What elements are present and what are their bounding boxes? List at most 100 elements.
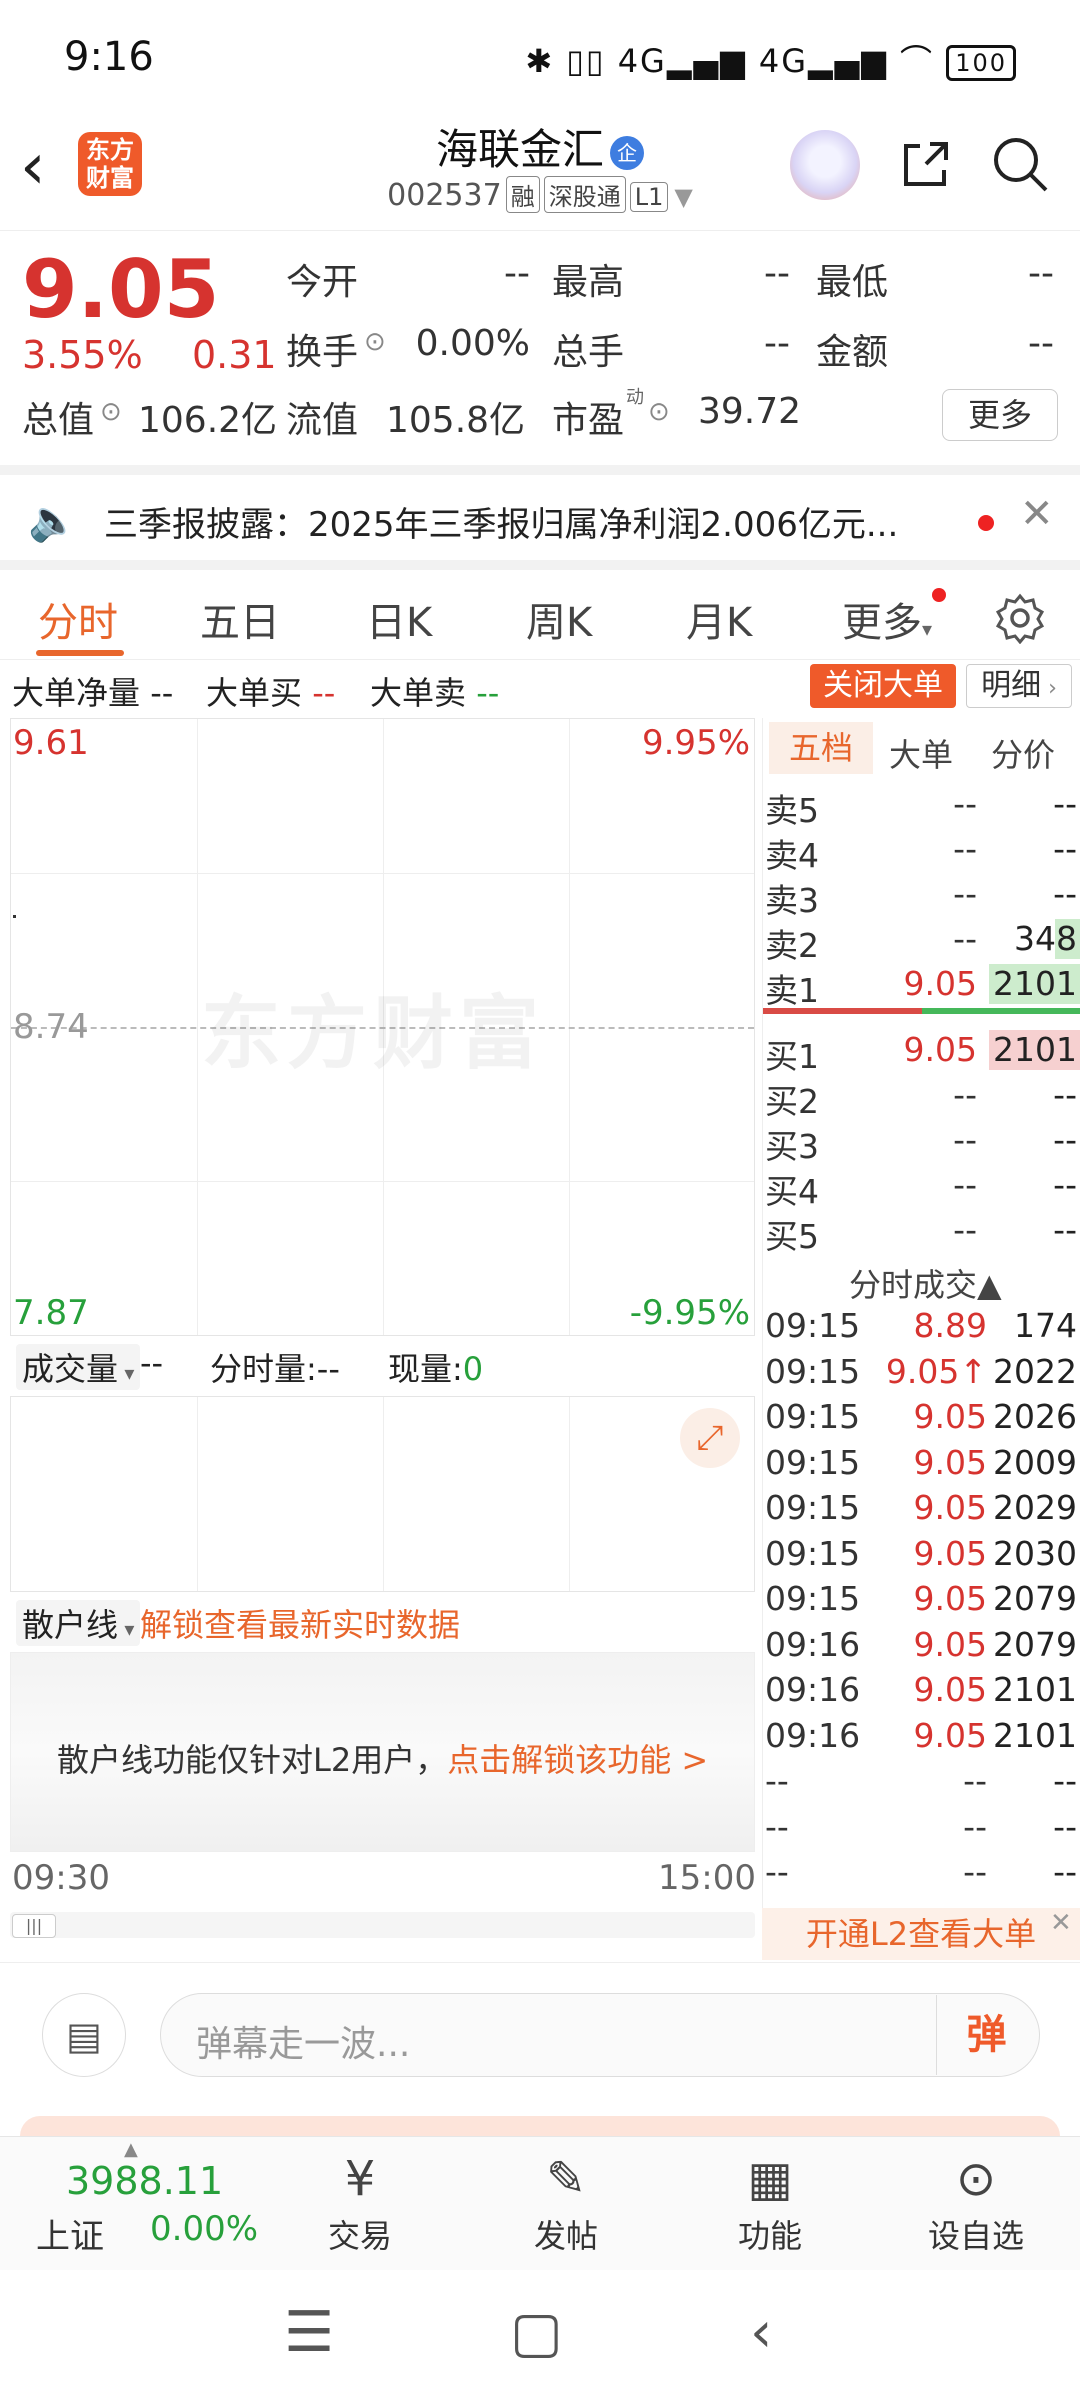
info-icon[interactable]: ⊙ (100, 397, 122, 427)
bid-price: -- (953, 1210, 977, 1249)
notice-text[interactable]: 三季报披露：2025年三季报归属净利润2.006亿元... (104, 497, 964, 546)
tick-volume: 2022 (993, 1351, 1077, 1391)
scroll-handle[interactable]: ||| (12, 1914, 56, 1938)
pct-axis-top: 9.95% (641, 723, 750, 763)
minute-volume: 分时量:-- (210, 1350, 340, 1388)
nav-functions[interactable]: ▦ 功能 (710, 2147, 830, 2257)
watermark: 东方财富 (201, 987, 545, 1080)
tab-five-levels[interactable]: 五档 (769, 722, 873, 774)
nav-add-watchlist[interactable]: ⊙ 设自选 (916, 2147, 1036, 2257)
tag-margin: 融 (505, 176, 540, 213)
ticks-title[interactable]: 分时成交▲ (849, 1260, 1002, 1306)
ask-label: 卖5 (765, 791, 819, 830)
grid-line (11, 873, 754, 874)
assistant-avatar-icon[interactable] (790, 130, 860, 200)
tick-volume: 2079 (993, 1579, 1077, 1618)
notice-bar[interactable]: 🔈 三季报披露：2025年三季报归属净利润2.006亿元... ✕ (0, 465, 1080, 560)
nav-add-watchlist-label: 设自选 (927, 2217, 1024, 2255)
home-icon[interactable]: ▢ (510, 2300, 563, 2365)
close-icon[interactable]: ✕ (1050, 1908, 1072, 1938)
nav-post[interactable]: ✎ 发帖 (506, 2147, 626, 2257)
tab-daily-k[interactable]: 日K (366, 590, 432, 648)
price-axis-top: 9.61 (13, 723, 89, 763)
tick-price: -- (963, 1852, 987, 1891)
intraday-chart[interactable]: 东方财富 9.61 8.74 7.87 9.95% -9.95% (10, 718, 755, 1336)
pe-value: 39.72 (698, 391, 802, 432)
tab-weekly-k[interactable]: 周K (526, 590, 592, 648)
tick-volume: 2101 (993, 1715, 1077, 1755)
yen-icon: ¥ (344, 2151, 376, 2207)
bid-volume: -- (1053, 1075, 1077, 1114)
tick-row: 09:15 9.05 2030 (763, 1532, 1080, 1577)
volume-chart[interactable] (10, 1396, 755, 1592)
tag-level: L1 (629, 182, 669, 212)
volume-header: 成交量 ▾ -- 分时量:-- 现量:0 (10, 1336, 755, 1396)
share-icon[interactable] (898, 136, 954, 192)
current-volume-label: 现量: (388, 1350, 463, 1388)
current-volume: 现量:0 (388, 1344, 483, 1390)
bid-ask-divider (763, 1008, 1080, 1014)
bid-label: 买2 (765, 1082, 819, 1121)
tick-time: 09:15 (765, 1579, 861, 1618)
index-widget[interactable]: ▲ 3988.11 上证 0.00% (0, 2137, 270, 2271)
expand-icon[interactable]: ⤢ (680, 1408, 740, 1468)
info-icon[interactable]: ⊙ (364, 327, 386, 357)
order-book: 五档 大单 分价 卖5 -- -- 卖4 -- -- 卖3 -- -- 卖2 -- 348 卖1 9.05… (762, 718, 1080, 1958)
danmu-settings-icon[interactable]: ▤ (42, 1993, 126, 2077)
tick-price: 9.05 (913, 1715, 987, 1755)
tick-volume: 2101 (993, 1670, 1077, 1709)
bid-label: 买5 (765, 1217, 819, 1256)
l2-upgrade-banner[interactable]: 开通L2查看大单 (762, 1908, 1080, 1960)
menu-icon[interactable]: ☰ (284, 2300, 334, 2365)
search-icon[interactable] (990, 134, 1050, 194)
danmu-toggle-button[interactable]: 弹 (936, 1995, 1036, 2075)
ask-volume: 348 (1014, 919, 1077, 958)
volume-select[interactable]: 成交量 ▾ (16, 1344, 141, 1390)
volume-value: -- (764, 323, 790, 364)
tab-big-orders[interactable]: 大单 (889, 730, 953, 776)
marketcap-value: 106.2亿 (138, 400, 278, 441)
ask-volume: -- (1053, 874, 1077, 913)
tick-time: 09:15 (765, 1351, 861, 1391)
big-buy-value: -- (312, 674, 336, 712)
tab-more[interactable]: 更多▾ (842, 590, 932, 648)
tick-row: 09:15 9.05 2026 (763, 1395, 1080, 1440)
tab-more-label: 更多 (842, 600, 922, 646)
pct-axis-bottom: -9.95% (629, 1293, 750, 1333)
close-icon[interactable]: ✕ (1020, 491, 1054, 537)
tab-monthly-k[interactable]: 月K (686, 590, 752, 648)
stock-name: 海联金汇 (435, 125, 604, 174)
ask-row: 卖3 -- -- (763, 872, 1080, 920)
more-quote-button[interactable]: 更多 (942, 389, 1058, 441)
big-sell-value: -- (476, 674, 500, 712)
info-icon[interactable]: ⊙ (648, 397, 670, 427)
float-cap-value: 105.8亿 (386, 400, 526, 441)
retail-unlock-button[interactable]: 点击解锁该功能 > (447, 1741, 708, 1779)
tab-5day[interactable]: 五日 (200, 590, 280, 648)
tick-price: 9.05↑ (885, 1351, 987, 1391)
ask-row: 卖5 -- -- (763, 782, 1080, 830)
speaker-icon: 🔈 (28, 498, 78, 544)
tick-volume: 2026 (993, 1397, 1077, 1436)
tab-intraday[interactable]: 分时 (38, 590, 118, 648)
current-volume-value: 0 (462, 1350, 484, 1388)
bid-label: 买4 (765, 1172, 819, 1211)
bid-row: 买4 -- -- (763, 1163, 1080, 1211)
retail-select[interactable]: 散户线 ▾ (16, 1600, 141, 1646)
caret-up-icon: ▲ (124, 2139, 138, 2160)
chart-scrollbar[interactable] (10, 1912, 755, 1938)
nav-trade-label: 交易 (327, 2217, 392, 2255)
price-axis-bottom: 7.87 (13, 1293, 89, 1333)
amount-label: 金额 (816, 332, 889, 373)
close-big-order-button[interactable]: 关闭大单 (810, 664, 956, 708)
stock-code: 002537 (387, 178, 502, 213)
bid-volume: 2101 (993, 1030, 1077, 1069)
detail-button[interactable]: 明细 › (966, 664, 1072, 708)
retail-select-label: 散户线 (22, 1606, 119, 1644)
gear-icon[interactable] (994, 592, 1046, 644)
retail-unlock-link[interactable]: 解锁查看最新实时数据 (140, 1600, 460, 1646)
retail-line-header: 散户线 ▾ 解锁查看最新实时数据 (10, 1592, 755, 1652)
tab-price-dist[interactable]: 分价 (991, 730, 1055, 776)
nav-trade[interactable]: ¥ 交易 (300, 2147, 420, 2257)
back-icon[interactable]: ‹ (750, 2300, 772, 2365)
